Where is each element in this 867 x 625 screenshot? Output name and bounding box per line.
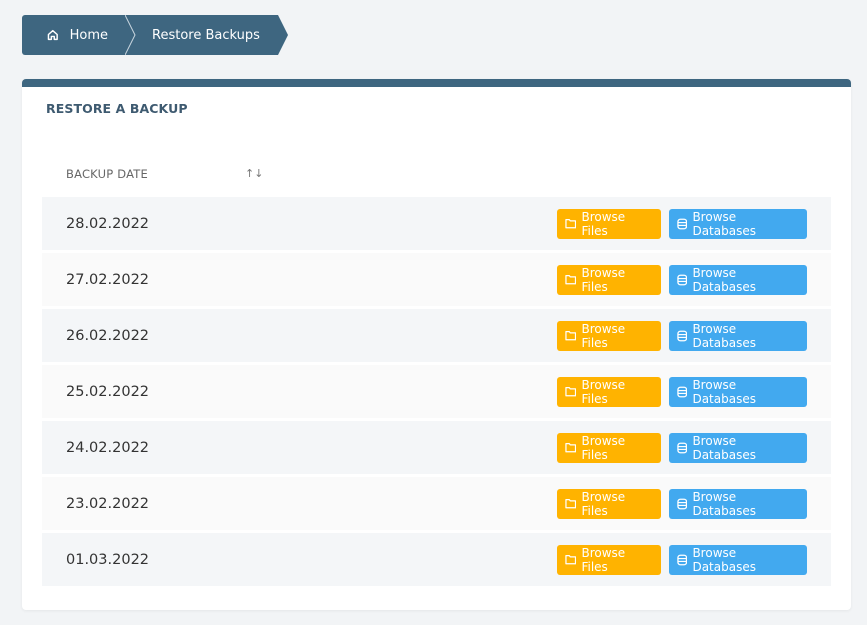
backup-date: 27.02.2022: [66, 271, 150, 288]
database-icon: [677, 218, 688, 229]
card-title: RESTORE A BACKUP: [46, 101, 188, 116]
folder-icon: [565, 219, 577, 229]
folder-icon: [565, 555, 577, 565]
database-icon: [677, 442, 688, 453]
restore-backup-card: RESTORE A BACKUP BACKUP DATE ↑↓ 28.02.20…: [22, 79, 851, 610]
browse-files-label: Browse Files: [581, 209, 626, 238]
backup-date: 25.02.2022: [66, 383, 150, 400]
browse-files-label: Browse Files: [581, 265, 626, 294]
folder-icon: [565, 387, 577, 397]
browse-files-button[interactable]: Browse Files: [557, 208, 661, 239]
browse-databases-button[interactable]: Browse Databases: [669, 376, 807, 407]
breadcrumb: Home Restore Backups: [22, 15, 288, 55]
database-icon: [677, 554, 688, 565]
browse-files-button[interactable]: Browse Files: [557, 320, 661, 351]
folder-icon: [565, 499, 577, 509]
browse-databases-label: Browse Databases: [692, 209, 756, 238]
sort-icon[interactable]: ↑↓: [245, 167, 263, 180]
browse-databases-button[interactable]: Browse Databases: [669, 488, 807, 519]
browse-databases-button[interactable]: Browse Databases: [669, 544, 807, 575]
backup-date: 23.02.2022: [66, 495, 150, 512]
browse-databases-button[interactable]: Browse Databases: [669, 320, 807, 351]
database-icon: [677, 386, 688, 397]
browse-files-button[interactable]: Browse Files: [557, 432, 661, 463]
breadcrumb-current-label: Restore Backups: [152, 27, 260, 43]
backup-date: 28.02.2022: [66, 215, 150, 232]
browse-files-button[interactable]: Browse Files: [557, 376, 661, 407]
table-row: 27.02.2022 Browse Files Browse Databases: [42, 253, 831, 306]
browse-databases-label: Browse Databases: [692, 545, 756, 574]
browse-files-label: Browse Files: [581, 433, 626, 462]
home-icon: [47, 29, 58, 41]
backup-date: 01.03.2022: [66, 551, 150, 568]
browse-files-label: Browse Files: [581, 545, 626, 574]
browse-files-label: Browse Files: [581, 377, 626, 406]
table-row: 23.02.2022 Browse Files Browse Databases: [42, 477, 831, 530]
browse-files-label: Browse Files: [581, 489, 626, 518]
table-row: 24.02.2022 Browse Files Browse Databases: [42, 421, 831, 474]
column-header-backup-date[interactable]: BACKUP DATE: [66, 167, 148, 181]
folder-icon: [565, 275, 577, 285]
table-row: 25.02.2022 Browse Files Browse Databases: [42, 365, 831, 418]
breadcrumb-home-label: Home: [69, 27, 108, 43]
browse-databases-label: Browse Databases: [692, 377, 756, 406]
backup-date: 24.02.2022: [66, 439, 150, 456]
browse-databases-label: Browse Databases: [692, 489, 756, 518]
browse-files-button[interactable]: Browse Files: [557, 544, 661, 575]
browse-files-button[interactable]: Browse Files: [557, 488, 661, 519]
backup-table: 28.02.2022 Browse Files Browse Databases…: [42, 197, 831, 589]
breadcrumb-current: Restore Backups: [125, 15, 288, 55]
breadcrumb-home[interactable]: Home: [22, 15, 126, 55]
folder-icon: [565, 331, 577, 341]
browse-files-label: Browse Files: [581, 321, 626, 350]
browse-databases-button[interactable]: Browse Databases: [669, 264, 807, 295]
browse-databases-button[interactable]: Browse Databases: [669, 432, 807, 463]
database-icon: [677, 330, 688, 341]
browse-files-button[interactable]: Browse Files: [557, 264, 661, 295]
browse-databases-button[interactable]: Browse Databases: [669, 208, 807, 239]
breadcrumb-separator: [125, 15, 136, 55]
database-icon: [677, 274, 688, 285]
browse-databases-label: Browse Databases: [692, 265, 756, 294]
database-icon: [677, 498, 688, 509]
table-row: 26.02.2022 Browse Files Browse Databases: [42, 309, 831, 362]
browse-databases-label: Browse Databases: [692, 433, 756, 462]
backup-date: 26.02.2022: [66, 327, 150, 344]
table-row: 28.02.2022 Browse Files Browse Databases: [42, 197, 831, 250]
browse-databases-label: Browse Databases: [692, 321, 756, 350]
table-row: 01.03.2022 Browse Files Browse Databases: [42, 533, 831, 586]
folder-icon: [565, 443, 577, 453]
